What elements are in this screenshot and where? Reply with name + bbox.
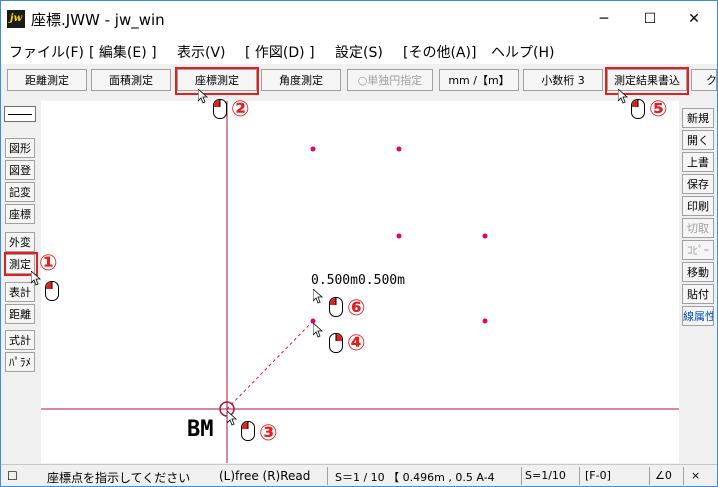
status-bar: ☐ 座標点を指示してください (L)free (R)Read S＝1 / 10 … xyxy=(1,464,717,486)
status-separator xyxy=(683,467,684,485)
bm-label: BM xyxy=(187,417,214,442)
coordinate-readout: 0.500m0.500m xyxy=(311,273,405,288)
tool-coordinate[interactable]: 座標 xyxy=(5,204,35,224)
status-checkbox[interactable]: ☐ xyxy=(7,469,18,483)
title-bar: jw 座標.JWW - jw_win ─ ☐ ✕ xyxy=(1,1,717,38)
left-click-mouse-icon xyxy=(45,281,59,301)
callout-6: ⑥ xyxy=(347,296,366,321)
point-marker xyxy=(396,233,402,239)
status-zoom-button[interactable]: × xyxy=(691,469,700,482)
cursor-arrow-icon xyxy=(198,89,208,104)
tool-save[interactable]: 保存 xyxy=(682,174,714,194)
rubber-band-line xyxy=(226,320,314,410)
tool-open[interactable]: 開く xyxy=(682,130,714,150)
toolbar-overflow-button[interactable]: ク xyxy=(691,69,717,91)
tool-copy[interactable]: ｺﾋﾟｰ xyxy=(682,240,714,260)
callout-1: ① xyxy=(39,251,58,276)
status-scale-button[interactable]: S=1/10 xyxy=(525,469,566,482)
tool-paste[interactable]: 貼付 xyxy=(682,284,714,304)
status-angle-button[interactable]: ∠0 xyxy=(655,469,672,482)
tool-figure-register[interactable]: 図登 xyxy=(5,160,35,180)
single-arc-button[interactable]: ○単独円指定 xyxy=(347,69,433,91)
tool-line-attribute[interactable]: 線属性 xyxy=(682,306,714,326)
menu-bar: ファイル(F) [ 編集(E) ] 表示(V) [ 作図(D) ] 設定(S) … xyxy=(1,38,717,64)
point-marker xyxy=(396,146,402,152)
window-title: 座標.JWW - jw_win xyxy=(31,11,165,29)
menu-help[interactable]: ヘルプ(H) xyxy=(491,42,554,62)
drawing-canvas[interactable]: 0.500m0.500m BM xyxy=(41,101,679,463)
menu-draw[interactable]: [ 作図(D) ] xyxy=(245,42,315,62)
tool-print[interactable]: 印刷 xyxy=(682,196,714,216)
callout-5: ⑤ xyxy=(649,97,668,122)
status-separator xyxy=(579,467,580,485)
status-separator xyxy=(521,467,522,485)
maximize-button[interactable]: ☐ xyxy=(627,1,673,38)
callout-3: ③ xyxy=(259,421,278,446)
left-click-mouse-icon xyxy=(329,297,343,317)
status-mode: (L)free (R)Read xyxy=(219,469,311,483)
menu-view[interactable]: 表示(V) xyxy=(177,42,226,62)
close-button[interactable]: ✕ xyxy=(671,1,717,38)
status-separator xyxy=(649,467,650,485)
left-click-mouse-icon xyxy=(213,99,227,119)
decimal-places-button[interactable]: 小数桁 3 xyxy=(523,69,603,91)
point-marker xyxy=(482,318,488,324)
cursor-arrow-icon xyxy=(313,289,323,304)
tool-cut[interactable]: 切取 xyxy=(682,218,714,238)
tool-formula-calc[interactable]: 式計 xyxy=(5,330,35,350)
app-window: jw 座標.JWW - jw_win ─ ☐ ✕ ファイル(F) [ 編集(E)… xyxy=(0,0,718,487)
status-scale: S＝1 / 10 【 0.496m , 0.5 A-4 xyxy=(335,471,495,484)
menu-other[interactable]: [その他(A)] xyxy=(403,42,476,62)
area-measure-button[interactable]: 面積測定 xyxy=(91,69,171,91)
line-type-selector[interactable] xyxy=(4,106,36,122)
callout-2: ② xyxy=(231,97,250,122)
status-separator xyxy=(327,467,328,485)
distance-measure-button[interactable]: 距離測定 xyxy=(7,69,87,91)
menu-settings[interactable]: 設定(S) xyxy=(335,42,383,62)
left-click-mouse-icon xyxy=(241,421,255,441)
line-sample xyxy=(8,114,32,115)
menu-edit[interactable]: [ 編集(E) ] xyxy=(89,42,157,62)
tool-move[interactable]: 移動 xyxy=(682,262,714,282)
highlight-coordinate-button xyxy=(175,67,259,95)
app-icon: jw xyxy=(7,10,25,28)
point-marker xyxy=(482,233,488,239)
cursor-arrow-icon xyxy=(227,411,237,426)
right-tool-bar: 新規 開く 上書 保存 印刷 切取 ｺﾋﾟｰ 移動 貼付 線属性 xyxy=(679,98,717,464)
cursor-arrow-icon xyxy=(313,323,323,338)
status-layer-button[interactable]: [F-0] xyxy=(585,469,611,482)
left-click-mouse-icon xyxy=(631,99,645,119)
tool-new[interactable]: 新規 xyxy=(682,108,714,128)
right-click-mouse-icon xyxy=(329,333,343,353)
angle-measure-button[interactable]: 角度測定 xyxy=(261,69,341,91)
tool-distance[interactable]: 距離 xyxy=(5,304,35,324)
tool-symbol-change[interactable]: 記変 xyxy=(5,182,35,202)
tool-parametric[interactable]: ﾊﾟﾗﾒ xyxy=(5,352,35,372)
minimize-button[interactable]: ─ xyxy=(581,1,627,38)
tool-overwrite[interactable]: 上書 xyxy=(682,152,714,172)
status-prompt: 座標点を指示してください xyxy=(47,471,191,485)
tool-figure[interactable]: 図形 xyxy=(5,138,35,158)
menu-file[interactable]: ファイル(F) xyxy=(9,42,84,62)
point-marker xyxy=(310,146,316,152)
cursor-arrow-icon xyxy=(618,89,628,104)
tool-external-change[interactable]: 外変 xyxy=(5,232,35,252)
unit-toggle-button[interactable]: mm /【m】 xyxy=(439,69,519,91)
callout-4: ④ xyxy=(347,331,366,356)
